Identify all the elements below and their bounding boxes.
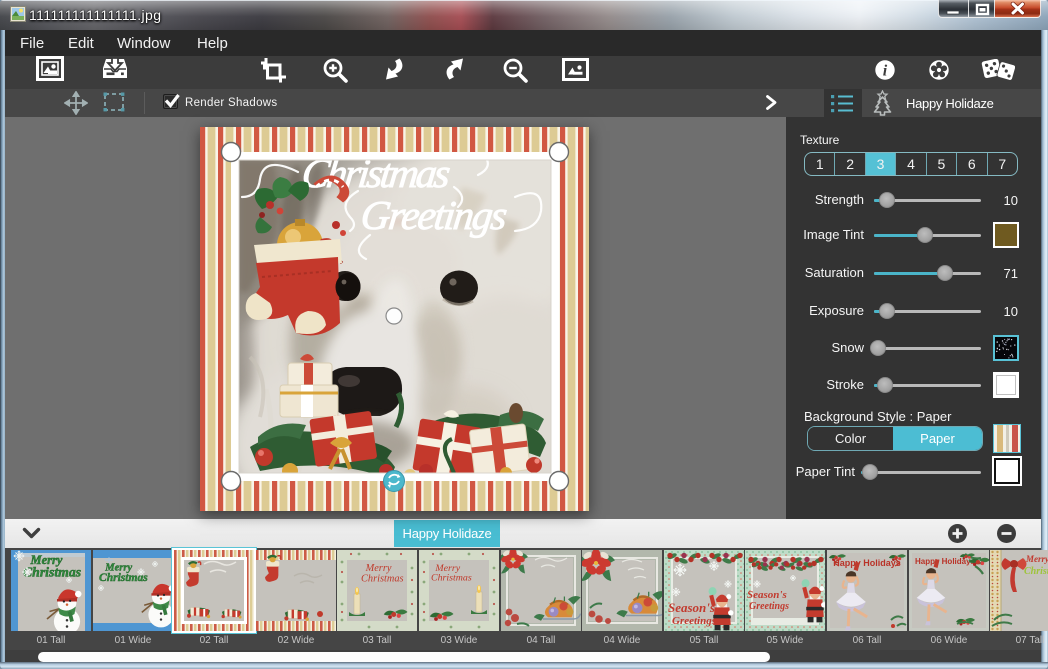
svg-text:Greetings: Greetings <box>358 192 510 238</box>
svg-text:Greetings: Greetings <box>749 601 789 612</box>
svg-text:Merry: Merry <box>1025 554 1048 564</box>
svg-text:Christmas: Christmas <box>1024 566 1048 577</box>
svg-text:Christmas: Christmas <box>431 573 472 584</box>
svg-text:Christmas: Christmas <box>361 574 404 585</box>
svg-text:Season's: Season's <box>747 589 787 601</box>
svg-text:Greetings: Greetings <box>672 615 716 627</box>
svg-text:Season's: Season's <box>668 600 715 615</box>
svg-text:Happy Holidays: Happy Holidays <box>915 557 976 566</box>
svg-text:Happy Holidays: Happy Holidays <box>833 558 901 568</box>
svg-text:i: i <box>883 63 888 80</box>
